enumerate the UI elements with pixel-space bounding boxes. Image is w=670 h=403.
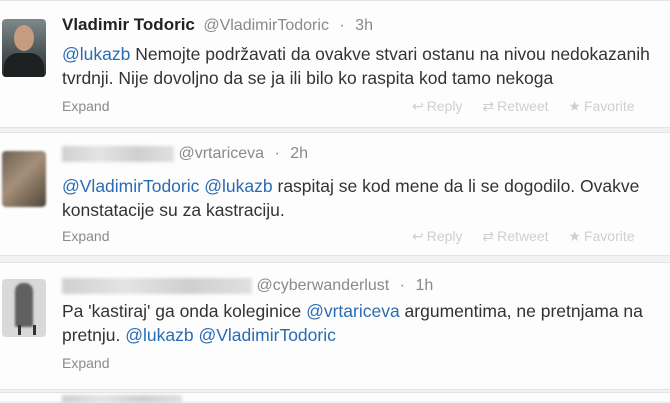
redacted-name [62,145,174,162]
redacted-name [62,395,182,403]
mention-link[interactable]: @VladimirTodoric [198,325,335,345]
tweet-text: Pa 'kastiraj' ga onda koleginice @vrtari… [62,299,670,347]
timestamp[interactable]: 3h [355,17,373,34]
separator-dot: · [274,145,280,162]
tweet-text-segment: konstatacije su za kastraciju. [62,200,285,220]
retweet-icon: ⇄ [482,98,495,114]
username[interactable]: @VladimirTodoric [203,17,329,34]
tweet-1[interactable]: Vladimir Todoric @VladimirTodoric · 3h @… [0,0,670,128]
mention-link[interactable]: @vrtariceva [306,301,400,321]
mention-link[interactable]: @VladimirTodoric [62,176,199,196]
tweet-line: konstatacije su za kastraciju. [62,198,670,222]
redacted-name [62,277,252,294]
star-icon: ★ [568,98,581,114]
tweet-2[interactable]: @vrtariceva · 2h @VladimirTodoric @lukaz… [0,132,670,256]
avatar[interactable] [2,19,46,77]
tweet-line: @lukazb Nemojte podržavati da ovakve stv… [62,42,670,66]
timestamp[interactable]: 2h [290,145,308,162]
reply-icon: ↩ [412,228,424,244]
expand-link[interactable]: Expand [62,355,109,371]
expand-link[interactable]: Expand [62,98,109,114]
tweet-text-segment: argumentima, ne pretnjama na [399,301,643,321]
retweet-button[interactable]: ⇄ Retweet [482,228,548,245]
mention-link[interactable]: @lukazb [125,325,193,345]
separator-dot: · [399,277,405,294]
username[interactable]: @vrtariceva [178,145,264,162]
tweet-text: @lukazb Nemojte podržavati da ovakve stv… [62,42,670,90]
tweet-actions: ↩ Reply ⇄ Retweet ★ Favorite [412,228,651,245]
mention-link[interactable]: @lukazb [62,44,130,64]
tweet-header: @vrtariceva · 2h [62,145,308,163]
mention-link[interactable]: @lukazb [204,176,272,196]
reply-icon: ↩ [412,98,424,114]
avatar[interactable] [2,151,46,207]
tweet-text-segment: Nemojte podržavati da ovakve stvari osta… [130,44,650,64]
tweet-text: @VladimirTodoric @lukazb raspitaj se kod… [62,174,670,222]
username[interactable]: @cyberwanderlust [256,277,389,294]
tweet-line: pretnju. @lukazb @VladimirTodoric [62,323,670,347]
tweet-line: @VladimirTodoric @lukazb raspitaj se kod… [62,174,670,198]
tweet-line: Pa 'kastiraj' ga onda koleginice @vrtari… [62,299,670,323]
favorite-button[interactable]: ★ Favorite [568,98,634,115]
tweet-3[interactable]: @cyberwanderlust · 1h Pa 'kastiraj' ga o… [0,262,670,390]
favorite-button[interactable]: ★ Favorite [568,228,634,245]
tweet-text-segment: raspitaj se kod mene da li se dogodilo. … [272,176,640,196]
retweet-icon: ⇄ [482,228,495,244]
tweet-header: Vladimir Todoric @VladimirTodoric · 3h [62,15,373,35]
tweet-text-segment: Pa 'kastiraj' ga onda koleginice [62,301,307,321]
reply-button[interactable]: ↩ Reply [412,228,463,245]
retweet-button[interactable]: ⇄ Retweet [482,98,548,115]
tweet-line: tvrdnji. Nije dovoljno da se ja ili bilo… [62,66,670,90]
timestamp[interactable]: 1h [415,277,433,294]
star-icon: ★ [568,228,581,244]
tweet-text-segment: pretnju. [62,325,126,345]
fullname[interactable]: Vladimir Todoric [62,15,195,34]
tweet-actions: ↩ Reply ⇄ Retweet ★ Favorite [412,98,651,115]
tweet-header: @cyberwanderlust · 1h [62,277,433,295]
reply-button[interactable]: ↩ Reply [412,98,463,115]
expand-link[interactable]: Expand [62,228,109,244]
separator-dot: · [339,17,345,34]
tweet-text-segment: tvrdnji. Nije dovoljno da se ja ili bilo… [62,68,554,88]
avatar[interactable] [2,279,46,337]
